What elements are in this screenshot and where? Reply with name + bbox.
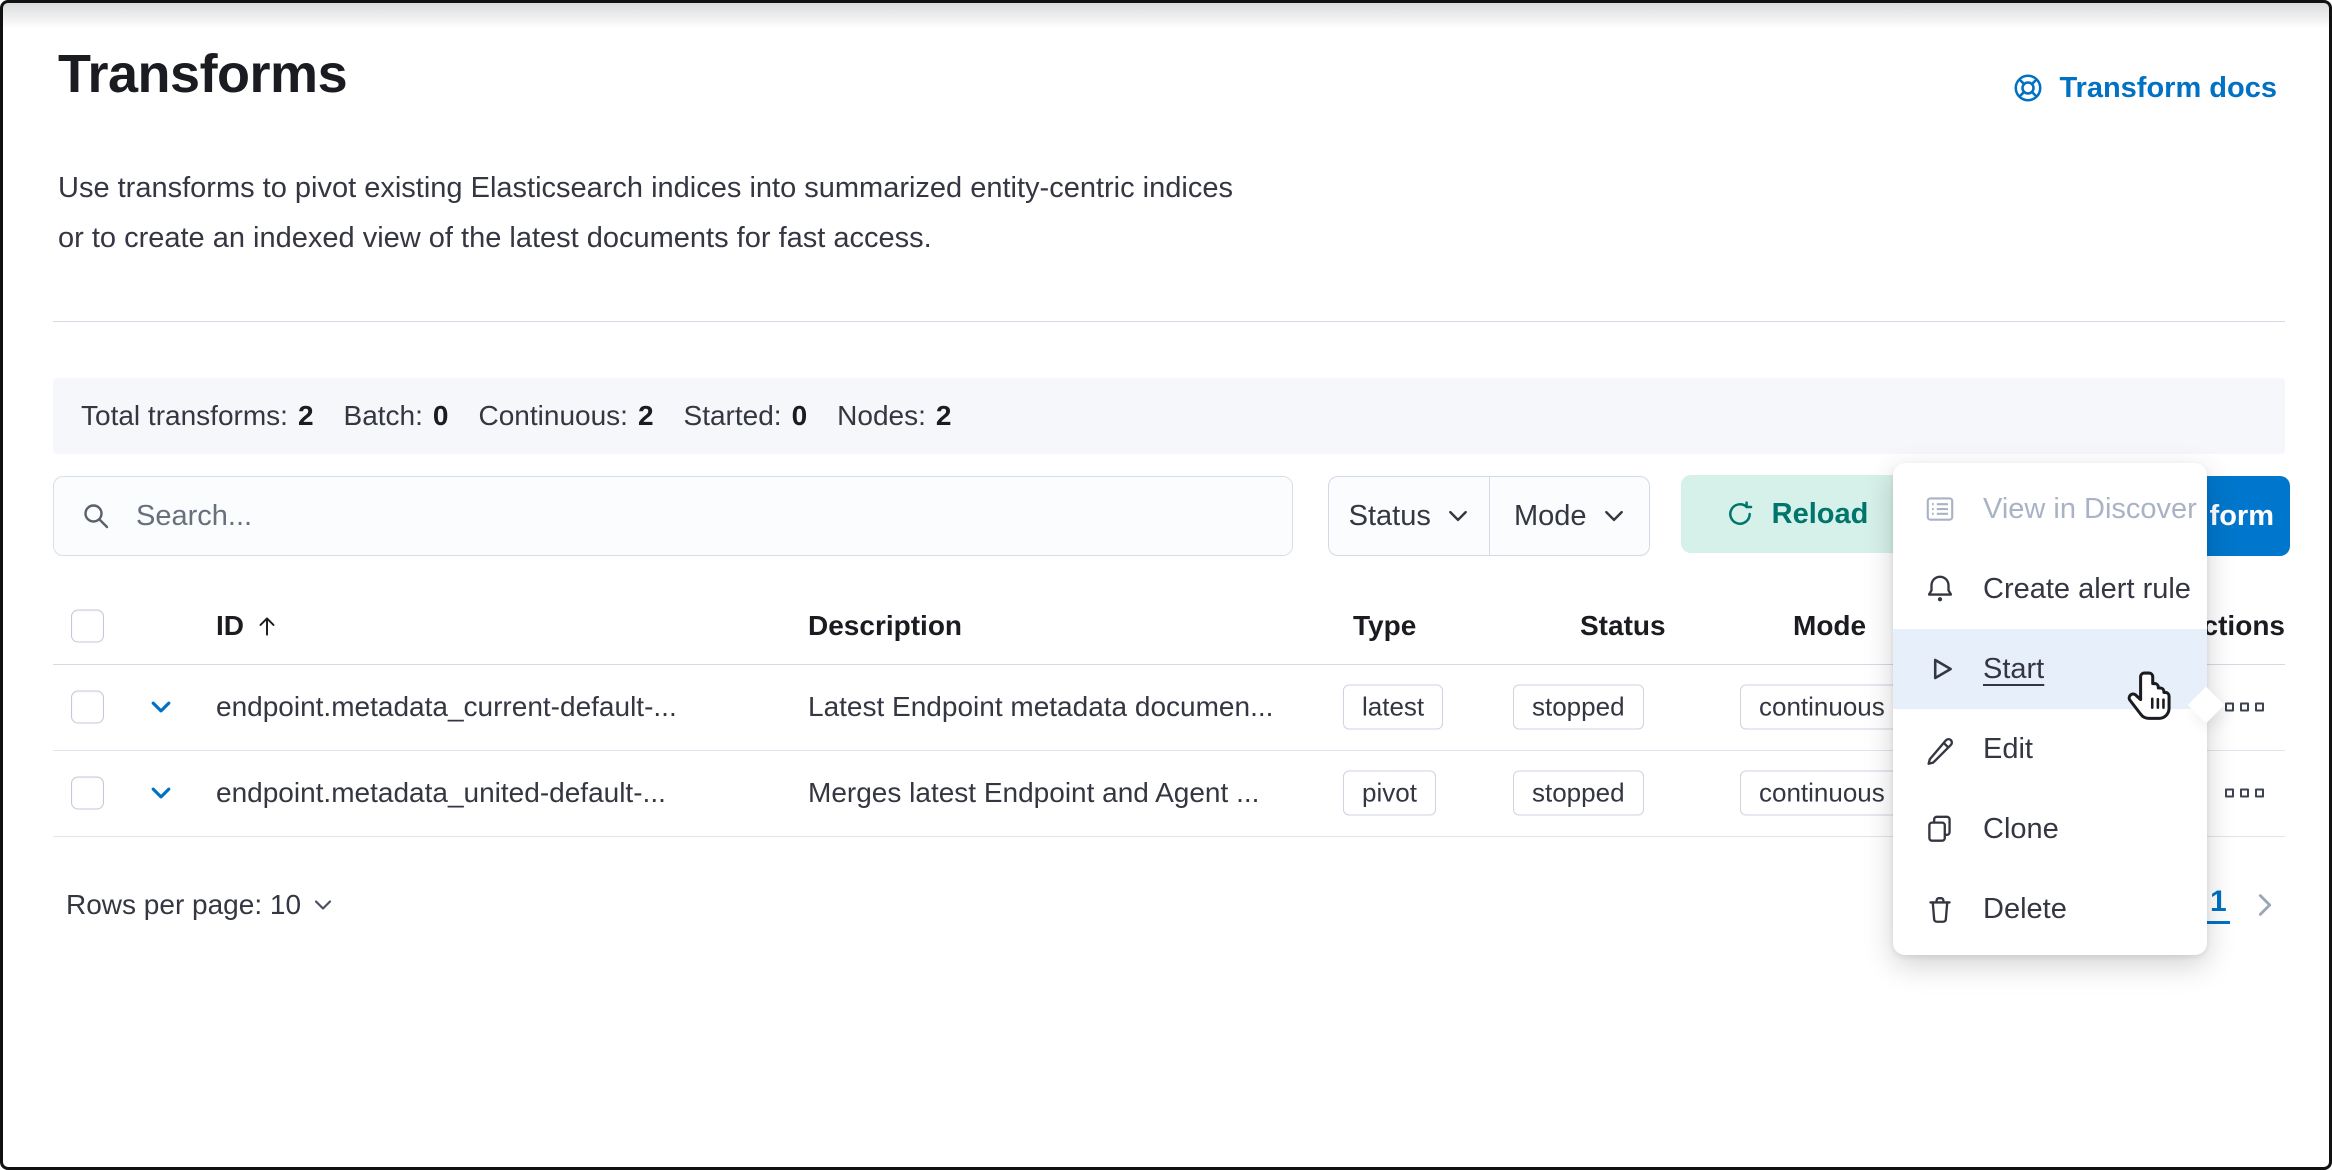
mode-badge: continuous	[1740, 771, 1904, 816]
select-all-checkbox[interactable]	[71, 610, 104, 643]
column-header-id[interactable]: ID	[216, 610, 280, 642]
column-header-status: Status	[1580, 610, 1666, 642]
menu-item-edit[interactable]: Edit	[1893, 709, 2207, 789]
status-badge: stopped	[1513, 771, 1644, 816]
expand-row-chevron-icon[interactable]	[148, 780, 174, 806]
table-list-icon	[1923, 492, 1957, 526]
menu-item-view-in-discover[interactable]: View in Discover	[1893, 469, 2207, 549]
refresh-icon	[1724, 498, 1756, 530]
cell-id: endpoint.metadata_current-default-...	[216, 691, 677, 723]
type-badge: latest	[1343, 685, 1443, 730]
description-line-1: Use transforms to pivot existing Elastic…	[58, 172, 1233, 204]
mode-filter-label: Mode	[1514, 500, 1587, 533]
sort-ascending-icon	[254, 613, 280, 639]
reload-button[interactable]: Reload	[1681, 475, 1911, 553]
column-header-description: Description	[808, 610, 962, 642]
expand-row-chevron-icon[interactable]	[148, 694, 174, 720]
stats-bar: Total transforms:2 Batch:0 Continuous:2 …	[53, 378, 2285, 454]
status-filter[interactable]: Status	[1329, 477, 1489, 555]
reload-label: Reload	[1772, 498, 1869, 531]
bell-icon	[1923, 572, 1957, 606]
chevron-down-icon	[313, 895, 333, 915]
mode-badge: continuous	[1740, 685, 1904, 730]
column-header-mode: Mode	[1793, 610, 1866, 642]
create-transform-visible-label: form	[2210, 500, 2274, 533]
search-icon	[80, 500, 112, 532]
menu-item-create-alert-rule[interactable]: Create alert rule	[1893, 549, 2207, 629]
header-divider	[53, 321, 2285, 322]
stat-batch: Batch:0	[344, 400, 449, 432]
page-number-1[interactable]: 1	[2207, 885, 2230, 924]
top-scroll-shadow	[3, 3, 2329, 29]
page-title: Transforms	[58, 43, 347, 105]
stat-nodes: Nodes:2	[837, 400, 951, 432]
filter-group: Status Mode	[1328, 476, 1650, 556]
stat-total-transforms: Total transforms:2	[81, 400, 314, 432]
cell-description: Latest Endpoint metadata documen...	[808, 691, 1273, 723]
transforms-page: Transforms Transform docs Use transforms…	[0, 0, 2332, 1170]
cell-id: endpoint.metadata_united-default-...	[216, 777, 666, 809]
status-badge: stopped	[1513, 685, 1644, 730]
stat-continuous: Continuous:2	[479, 400, 654, 432]
rows-per-page-control[interactable]: Rows per page: 10	[66, 889, 333, 921]
trash-icon	[1923, 892, 1957, 926]
transform-docs-link[interactable]: Transform docs	[2011, 71, 2277, 105]
row-checkbox[interactable]	[71, 691, 104, 724]
pencil-icon	[1923, 732, 1957, 766]
search-input[interactable]	[134, 499, 1266, 534]
menu-item-clone[interactable]: Clone	[1893, 789, 2207, 869]
chevron-down-icon	[1447, 505, 1469, 527]
type-badge: pivot	[1343, 771, 1436, 816]
copy-icon	[1923, 812, 1957, 846]
next-page-chevron-icon[interactable]	[2251, 891, 2279, 919]
chevron-down-icon	[1603, 505, 1625, 527]
rows-per-page-label: Rows per page: 10	[66, 889, 301, 921]
page-description: Use transforms to pivot existing Elastic…	[58, 163, 1233, 263]
row-checkbox[interactable]	[71, 777, 104, 810]
menu-item-start[interactable]: Start	[1893, 629, 2207, 709]
column-header-type: Type	[1353, 610, 1416, 642]
transform-docs-label: Transform docs	[2059, 72, 2277, 105]
menu-item-delete[interactable]: Delete	[1893, 869, 2207, 949]
description-line-2: or to create an indexed view of the late…	[58, 222, 932, 254]
row-actions-context-menu: View in Discover Create alert rule Start	[1893, 463, 2207, 955]
help-ring-icon	[2011, 71, 2045, 105]
row-actions-button[interactable]	[2225, 703, 2264, 712]
stat-started: Started:0	[684, 400, 808, 432]
play-icon	[1923, 652, 1957, 686]
row-actions-button[interactable]	[2225, 789, 2264, 798]
mode-filter[interactable]: Mode	[1489, 477, 1650, 555]
search-box	[53, 476, 1293, 556]
status-filter-label: Status	[1349, 500, 1431, 533]
cell-description: Merges latest Endpoint and Agent ...	[808, 777, 1259, 809]
